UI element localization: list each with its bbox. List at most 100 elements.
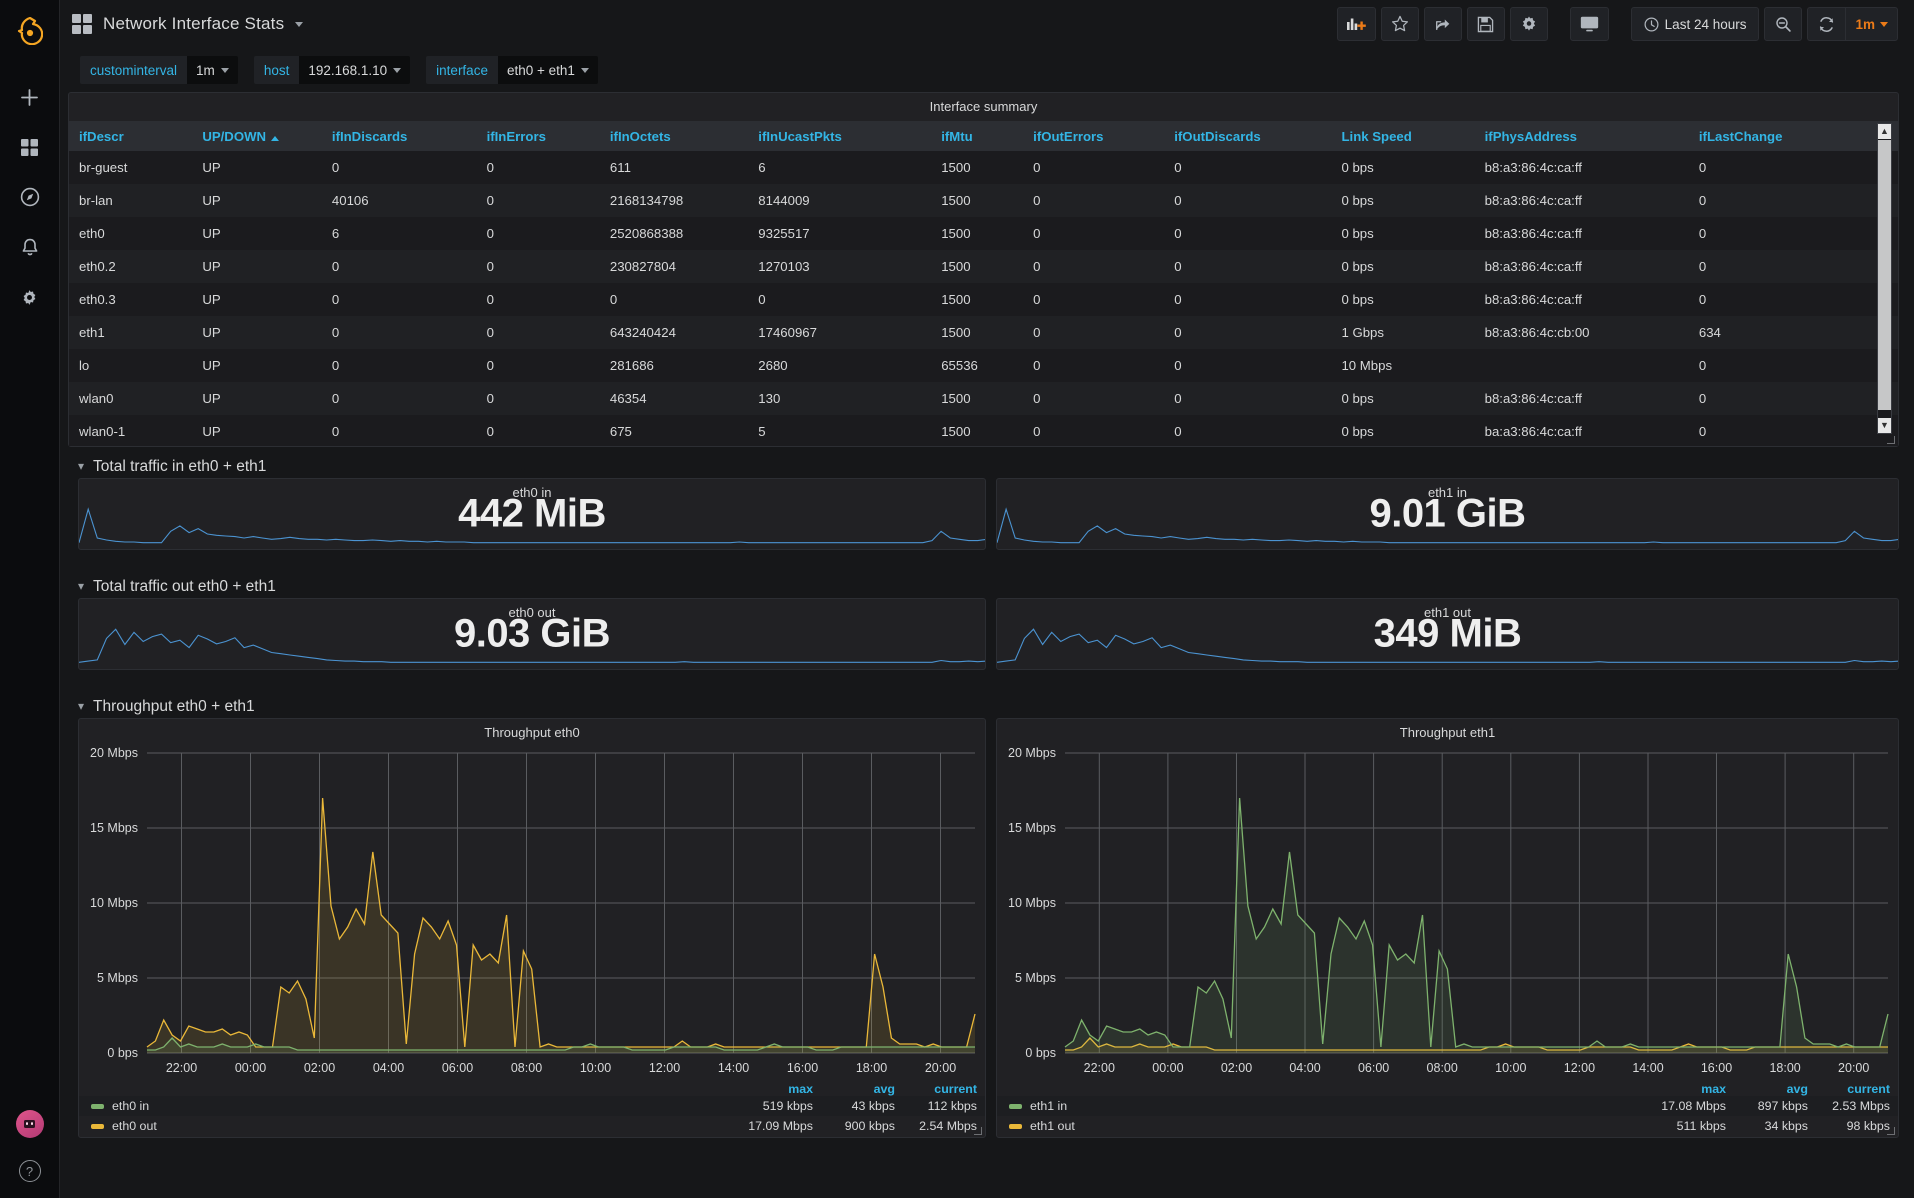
legend-row[interactable]: eth1 out 511 kbps 34 kbps 98 kbps [997, 1116, 1898, 1136]
table-row[interactable]: wlan0-1UP0067551500000 bpsba:a3:86:4c:ca… [69, 415, 1898, 446]
table-cell: UP [192, 250, 322, 283]
help-icon[interactable]: ? [19, 1160, 41, 1182]
sidebar-item-alerting[interactable] [10, 232, 50, 262]
table-column-header[interactable]: ifInOctets [600, 121, 748, 151]
table-row[interactable]: eth1UP00643240424174609671500001 Gbpsb8:… [69, 316, 1898, 349]
dashboard-title-group[interactable]: Network Interface Stats [72, 14, 303, 34]
table-cell: 1500 [931, 184, 1023, 217]
table-cell: br-lan [69, 184, 192, 217]
variable-host[interactable]: host 192.168.1.10 [254, 56, 410, 84]
table-cell: 1500 [931, 217, 1023, 250]
graph-panel-throughput-eth0[interactable]: Throughput eth0 0 bps5 Mbps10 Mbps15 Mbp… [78, 718, 986, 1138]
legend-col-current[interactable]: current [1808, 1082, 1890, 1096]
svg-text:10:00: 10:00 [580, 1061, 611, 1075]
legend-series[interactable]: eth1 in [1009, 1099, 1067, 1113]
table-column-header[interactable]: ifMtu [931, 121, 1023, 151]
legend-avg: 34 kbps [1726, 1119, 1808, 1133]
share-button[interactable] [1424, 7, 1462, 41]
table-cell: 0 [600, 283, 748, 316]
star-button[interactable] [1381, 7, 1419, 41]
save-button[interactable] [1467, 7, 1505, 41]
zoom-out-button[interactable] [1764, 7, 1802, 41]
legend-avg: 900 kbps [813, 1119, 895, 1133]
table-cell: 1500 [931, 316, 1023, 349]
table-column-header[interactable]: UP/DOWN [192, 121, 322, 151]
refresh-button[interactable] [1807, 7, 1845, 41]
row-header-throughput[interactable]: ▾ Throughput eth0 + eth1 [78, 698, 255, 716]
row-header-total-traffic-out[interactable]: ▾ Total traffic out eth0 + eth1 [78, 578, 276, 596]
sidebar-item-dashboards[interactable] [10, 132, 50, 162]
table-column-header[interactable]: ifInErrors [477, 121, 600, 151]
table-column-header[interactable]: ifOutErrors [1023, 121, 1164, 151]
table-cell: UP [192, 217, 322, 250]
time-range-picker[interactable]: Last 24 hours [1631, 7, 1760, 41]
scroll-up-icon[interactable]: ▲ [1878, 124, 1891, 139]
legend-series[interactable]: eth0 in [91, 1099, 149, 1113]
graph-plot-area[interactable]: 0 bps5 Mbps10 Mbps15 Mbps20 Mbps22:0000:… [997, 743, 1898, 1081]
table-row[interactable]: eth0.2UP0023082780412701031500000 bpsb8:… [69, 250, 1898, 283]
table-row[interactable]: eth0.3UP00001500000 bpsb8:a3:86:4c:ca:ff… [69, 283, 1898, 316]
svg-text:0 bps: 0 bps [107, 1046, 138, 1060]
legend-series[interactable]: eth1 out [1009, 1119, 1075, 1133]
stat-panel-eth1-out[interactable]: eth1 out 349 MiB [996, 598, 1899, 670]
table-column-header[interactable]: ifInDiscards [322, 121, 477, 151]
sidebar-item-explore[interactable] [10, 182, 50, 212]
sidebar-item-create[interactable] [10, 82, 50, 112]
table-cell: 6 [322, 217, 477, 250]
dashboard-settings-button[interactable] [1510, 7, 1548, 41]
legend-series[interactable]: eth0 out [91, 1119, 157, 1133]
table-row[interactable]: eth0UP60252086838893255171500000 bpsb8:a… [69, 217, 1898, 250]
table-row[interactable]: loUP002816862680655360010 Mbps0 [69, 349, 1898, 382]
table-row[interactable]: wlan0UP00463541301500000 bpsb8:a3:86:4c:… [69, 382, 1898, 415]
sidebar-item-configuration[interactable] [10, 282, 50, 312]
legend-col-max[interactable]: max [1644, 1082, 1726, 1096]
scrollbar-thumb[interactable] [1878, 140, 1891, 410]
table-column-header[interactable]: Link Speed [1331, 121, 1474, 151]
svg-text:15 Mbps: 15 Mbps [1008, 821, 1056, 835]
legend-col-avg[interactable]: avg [1726, 1082, 1808, 1096]
table-row[interactable]: br-lanUP401060216813479881440091500000 b… [69, 184, 1898, 217]
table-cell: 1 Gbps [1331, 316, 1474, 349]
table-column-header[interactable]: ifDescr [69, 121, 192, 151]
legend-col-current[interactable]: current [895, 1082, 977, 1096]
graph-plot-area[interactable]: 0 bps5 Mbps10 Mbps15 Mbps20 Mbps22:0000:… [79, 743, 985, 1081]
table-cell: 0 [1023, 250, 1164, 283]
legend-series-name: eth1 out [1030, 1119, 1075, 1133]
panel-resize-handle[interactable] [973, 1126, 983, 1136]
variable-value[interactable]: 1m [187, 56, 238, 84]
panel-resize-handle[interactable] [1886, 1126, 1896, 1136]
panel-resize-handle[interactable] [1886, 435, 1896, 445]
legend-row[interactable]: eth0 in 519 kbps 43 kbps 112 kbps [79, 1096, 985, 1116]
stat-panel-eth1-in[interactable]: eth1 in 9.01 GiB [996, 478, 1899, 550]
table-cell: b8:a3:86:4c:ca:ff [1475, 283, 1689, 316]
legend-row[interactable]: eth1 in 17.08 Mbps 897 kbps 2.53 Mbps [997, 1096, 1898, 1116]
add-panel-button[interactable] [1337, 7, 1376, 41]
variable-value[interactable]: eth0 + eth1 [498, 56, 598, 84]
table-column-header[interactable]: ifPhysAddress [1475, 121, 1689, 151]
legend-row[interactable]: eth0 out 17.09 Mbps 900 kbps 2.54 Mbps [79, 1116, 985, 1136]
refresh-interval-picker[interactable]: 1m [1845, 7, 1898, 41]
table-column-header[interactable]: ifInUcastPkts [748, 121, 931, 151]
table-cell: 0 [748, 283, 931, 316]
table-vertical-scrollbar[interactable]: ▲ ▼ [1877, 123, 1892, 434]
scroll-down-icon[interactable]: ▼ [1878, 418, 1891, 433]
table-cell: 0 [477, 316, 600, 349]
page-title: Network Interface Stats [103, 14, 284, 34]
table-cell: 0 [1023, 382, 1164, 415]
grafana-logo[interactable] [10, 10, 50, 52]
legend-col-avg[interactable]: avg [813, 1082, 895, 1096]
variable-custominterval[interactable]: custominterval 1m [80, 56, 238, 84]
stat-panel-eth0-in[interactable]: eth0 in 442 MiB [78, 478, 986, 550]
avatar[interactable] [16, 1110, 44, 1138]
stat-panel-eth0-out[interactable]: eth0 out 9.03 GiB [78, 598, 986, 670]
row-header-total-traffic-in[interactable]: ▾ Total traffic in eth0 + eth1 [78, 458, 266, 476]
kiosk-mode-button[interactable] [1570, 7, 1609, 41]
table-column-header[interactable]: ifOutDiscards [1164, 121, 1331, 151]
table-row[interactable]: br-guestUP0061161500000 bpsb8:a3:86:4c:c… [69, 151, 1898, 184]
chevron-down-icon[interactable] [295, 22, 303, 27]
table-column-header[interactable]: ifLastChange [1689, 121, 1898, 151]
graph-panel-throughput-eth1[interactable]: Throughput eth1 0 bps5 Mbps10 Mbps15 Mbp… [996, 718, 1899, 1138]
variable-interface[interactable]: interface eth0 + eth1 [426, 56, 598, 84]
legend-col-max[interactable]: max [731, 1082, 813, 1096]
variable-value[interactable]: 192.168.1.10 [299, 56, 410, 84]
